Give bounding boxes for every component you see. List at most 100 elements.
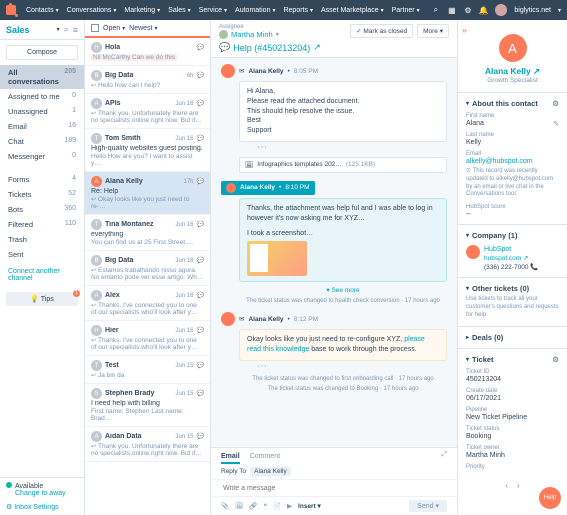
- change-to-away[interactable]: Change to away: [15, 490, 78, 497]
- image-tool-icon[interactable]: 🖼: [235, 502, 243, 510]
- sidebar-forms[interactable]: Forms4: [0, 172, 84, 187]
- nav-sales[interactable]: Sales▾: [168, 7, 191, 14]
- conversation-item[interactable]: TTina MontanezJun 16 💬everythingYou can …: [85, 215, 210, 251]
- conv-date: 6h: [187, 73, 194, 79]
- settings-icon[interactable]: ⚙: [463, 6, 472, 15]
- nav-conversations[interactable]: Conversations▾: [67, 7, 117, 14]
- compose-tab-email[interactable]: Email: [221, 451, 240, 464]
- conv-date: Jun 16: [176, 222, 194, 228]
- conversation-item[interactable]: HHola 💬Nil McCarthy Can we do this: [85, 38, 210, 66]
- deals-toggle[interactable]: ▸Deals (0): [466, 333, 559, 342]
- sidebar-sent[interactable]: Sent: [0, 247, 84, 262]
- recipient-chip[interactable]: Alana Kelly: [250, 467, 291, 476]
- notifications-icon[interactable]: 🔔: [479, 6, 488, 15]
- company-site[interactable]: hubspot.com ↗: [484, 254, 538, 262]
- email-link[interactable]: alkelly@hubspot.com: [466, 158, 559, 165]
- tips-button[interactable]: 💡 Tips1: [6, 292, 78, 306]
- filter-icon[interactable]: ≡: [73, 25, 78, 35]
- conversation-item[interactable]: AAidan DataJun 15 💬↩Thank you. Unfortuna…: [85, 427, 210, 462]
- inbox-selector[interactable]: Sales: [6, 25, 53, 35]
- marketplace-icon[interactable]: ▦: [447, 6, 456, 15]
- conversation-item[interactable]: AAlexJun 16 💬↩Thanks. I've connected you…: [85, 286, 210, 321]
- kb-tool-icon[interactable]: 📄: [273, 502, 281, 510]
- chevron-down-icon: ▾: [57, 26, 60, 33]
- nav-automation[interactable]: Automation▾: [235, 7, 275, 14]
- video-tool-icon[interactable]: ▶: [287, 502, 292, 510]
- collapse-panel-icon[interactable]: »: [462, 25, 467, 35]
- envelope-icon: ✉: [239, 67, 244, 75]
- availability-status[interactable]: Available: [6, 482, 78, 490]
- sidebar-chat[interactable]: Chat189: [0, 134, 84, 149]
- nav-reports[interactable]: Reports▾: [283, 7, 313, 14]
- nav-partner[interactable]: Partner▾: [392, 7, 420, 14]
- chat-icon: 💬: [197, 327, 204, 334]
- sidebar-filtered[interactable]: Filtered110: [0, 217, 84, 232]
- sidebar-assigned[interactable]: Assigned to me0: [0, 89, 84, 104]
- compose-tab-comment[interactable]: Comment: [250, 451, 280, 464]
- prev-ticket[interactable]: ‹: [505, 481, 508, 490]
- select-all-checkbox[interactable]: [91, 24, 99, 32]
- connect-channel-link[interactable]: Connect another channel: [0, 262, 84, 288]
- thread-title[interactable]: 💬 Help (#450213204) ↗: [219, 39, 449, 53]
- attachment[interactable]: 🖼Infographics templates 202…(125.1KB): [239, 157, 447, 173]
- about-section-toggle[interactable]: ▾About this contact ⚙: [466, 99, 559, 108]
- screenshot-thumb[interactable]: [247, 241, 307, 276]
- send-button[interactable]: Send ▾: [409, 500, 447, 512]
- compose-button[interactable]: Compose: [6, 45, 78, 60]
- external-link-icon[interactable]: ↗: [313, 42, 321, 53]
- chat-icon: 💬: [197, 257, 204, 264]
- company-name[interactable]: HubSpot: [484, 246, 538, 253]
- nav-asset[interactable]: Asset Marketplace▾: [321, 7, 384, 14]
- company-section-toggle[interactable]: ▾Company (1): [466, 231, 559, 240]
- help-fab[interactable]: Help: [539, 487, 561, 509]
- reply-to-label: Reply To: [221, 468, 246, 475]
- conversation-item[interactable]: TTestJun 15 💬↩Ja bin da: [85, 356, 210, 384]
- settings-icon[interactable]: ⚙: [552, 99, 559, 108]
- nav-service[interactable]: Service▾: [199, 7, 227, 14]
- conversation-item[interactable]: BBig DataJun 16 💬↩Estamos trabalhando ni…: [85, 251, 210, 286]
- more-button[interactable]: More ▾: [417, 24, 449, 38]
- edit-icon[interactable]: ✎: [553, 120, 559, 128]
- conversation-item[interactable]: AAPIsJun 16 💬↩Thank you. Unfortunately t…: [85, 94, 210, 129]
- expand-composer-icon[interactable]: ⤢: [441, 451, 447, 464]
- sidebar-tickets[interactable]: Tickets52: [0, 187, 84, 202]
- conversation-item[interactable]: TTom SmithJun 16 💬High-quality websites …: [85, 129, 210, 172]
- conv-name: Test: [105, 362, 173, 369]
- sidebar-bots[interactable]: Bots360: [0, 202, 84, 217]
- top-nav: Contacts▾ Conversations▾ Marketing▾ Sale…: [0, 0, 567, 20]
- message-input[interactable]: [221, 484, 447, 493]
- ticket-section-toggle[interactable]: ▾Ticket ⚙: [466, 355, 559, 364]
- next-ticket[interactable]: ›: [517, 481, 520, 490]
- conversation-item[interactable]: AAlana Kelly17h 💬Re: Help↩Okay looks lik…: [85, 172, 210, 215]
- contact-name[interactable]: Alana Kelly ↗: [464, 66, 561, 77]
- conversation-item[interactable]: HHierJun 16 💬↩Thanks. I've connected you…: [85, 321, 210, 356]
- nav-marketing[interactable]: Marketing▾: [124, 7, 160, 14]
- sidebar-unassigned[interactable]: Unassigned1: [0, 104, 84, 119]
- search-icon[interactable]: ⌕: [431, 6, 440, 15]
- message-menu[interactable]: ⋯: [257, 361, 447, 372]
- insert-menu[interactable]: Insert ▾: [298, 502, 321, 510]
- link-tool-icon[interactable]: 🔗: [249, 502, 257, 510]
- snippet-tool-icon[interactable]: ❝: [263, 502, 267, 510]
- settings-icon[interactable]: ⚙: [552, 355, 559, 364]
- sidebar-messenger[interactable]: Messenger0: [0, 149, 84, 164]
- nav-contacts[interactable]: Contacts▾: [26, 7, 59, 14]
- sidebar-all-conversations[interactable]: All conversations205: [0, 65, 84, 89]
- see-more-link[interactable]: ▾ See more: [239, 286, 447, 294]
- conversation-item[interactable]: BBig Data6h 💬↩Hello how can I help?: [85, 66, 210, 94]
- conversation-item[interactable]: SStephen BradyJun 15 💬I need help with b…: [85, 384, 210, 427]
- other-tickets-toggle[interactable]: ▾Other tickets (0): [466, 284, 559, 293]
- sort-newest[interactable]: Newest▾: [129, 25, 157, 32]
- filter-open[interactable]: Open▾: [103, 25, 125, 32]
- sidebar-email[interactable]: Email16: [0, 119, 84, 134]
- attach-icon[interactable]: 📎: [221, 502, 229, 510]
- account-domain[interactable]: biglytics.net: [514, 7, 551, 14]
- mark-closed-button[interactable]: ✓ Mark as closed: [350, 24, 413, 38]
- user-avatar[interactable]: [495, 4, 507, 16]
- message-menu[interactable]: ⋯: [257, 142, 447, 153]
- company-phone[interactable]: (336) 222-7000 📞: [484, 263, 538, 271]
- sidebar-trash[interactable]: Trash: [0, 232, 84, 247]
- inbox-settings[interactable]: ⚙ Inbox Settings: [6, 503, 78, 511]
- search-icon[interactable]: ⌕: [64, 24, 69, 35]
- assignee-selector[interactable]: Martha Minh▾: [219, 30, 350, 39]
